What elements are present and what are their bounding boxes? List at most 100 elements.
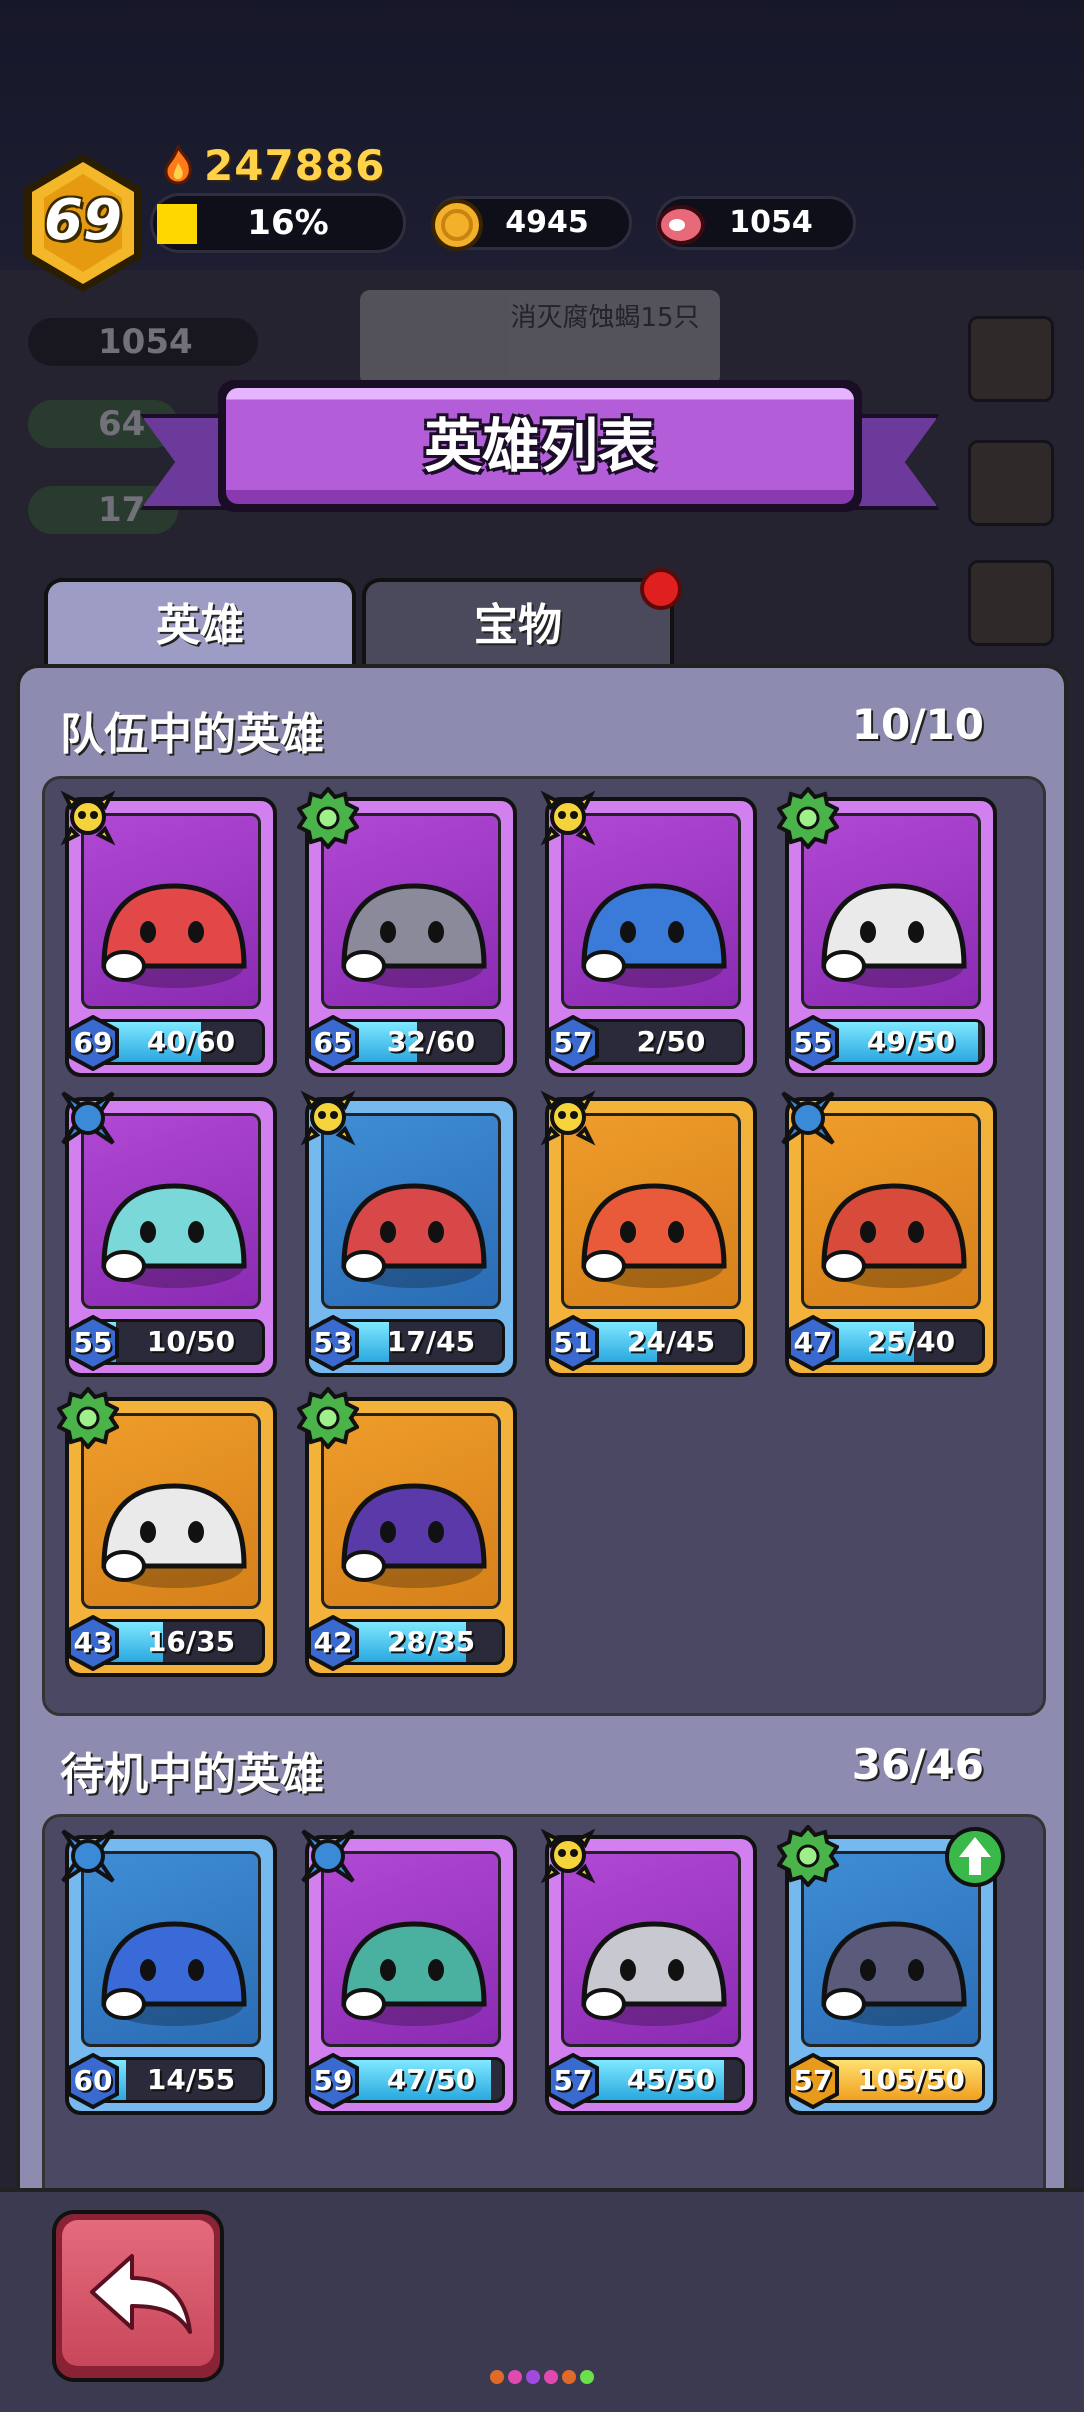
bg-meat-counter: 1054	[28, 318, 258, 366]
hero-level-number: 69	[73, 1026, 113, 1059]
hero-shard-progress-text: 10/50	[146, 1325, 236, 1358]
hero-card[interactable]: 16/35 43	[57, 1387, 277, 1677]
hero-card[interactable]: 10/50 55	[61, 1091, 277, 1377]
hero-card[interactable]: 28/35 42	[297, 1387, 517, 1677]
hero-level-badge: 55	[785, 1014, 841, 1072]
green-gear-class-icon	[777, 1825, 839, 1887]
hero-shard-progress-text: 45/50	[626, 2063, 716, 2096]
yellow-skull-class-icon	[540, 1828, 596, 1884]
hero-level-number: 60	[73, 2064, 113, 2097]
xp-percent-text: 16%	[247, 203, 329, 243]
hero-shard-progress-text: 14/55	[146, 2063, 236, 2096]
indicator-dot	[526, 2370, 540, 2384]
blue-cross-class-icon	[61, 1091, 115, 1145]
yellow-skull-class-icon	[540, 790, 596, 846]
player-level-badge[interactable]: 69	[18, 150, 148, 296]
hero-shard-progress-text: 40/60	[146, 1025, 236, 1058]
bg-alert-icon	[968, 560, 1054, 646]
back-button[interactable]	[52, 2210, 224, 2382]
hero-shard-progress-text: 47/50	[386, 2063, 476, 2096]
hero-card[interactable]: 45/50 57	[540, 1828, 757, 2115]
green-gear-class-icon	[777, 787, 839, 849]
hero-level-number: 55	[73, 1326, 113, 1359]
hero-list-panel[interactable]: 队伍中的英雄 10/10 40/60 69 32/60 65 2/50 57 49/50 55…	[16, 664, 1068, 2274]
gold-value: 4945	[505, 205, 589, 240]
hero-card[interactable]: 14/55 60	[61, 1829, 277, 2115]
standby-count: 36/46	[851, 1740, 984, 1789]
team-section-heading: 队伍中的英雄	[60, 709, 324, 760]
hero-card[interactable]: 2/50 57	[540, 790, 757, 1077]
hero-level-number: 57	[553, 2064, 593, 2097]
green-gear-class-icon	[57, 1387, 119, 1449]
hero-level-number: 55	[793, 1026, 833, 1059]
hero-level-number: 43	[73, 1626, 113, 1659]
power-value: 247886	[204, 140, 386, 190]
indicator-dot	[508, 2370, 522, 2384]
hero-shard-progress-text: 24/45	[626, 1325, 716, 1358]
indicator-dot	[580, 2370, 594, 2384]
hero-shard-progress-text: 2/50	[636, 1025, 706, 1058]
green-gear-class-icon	[297, 787, 359, 849]
hero-level-badge: 47	[785, 1314, 841, 1372]
hero-level-badge: 51	[545, 1314, 601, 1372]
blue-cross-class-icon	[781, 1091, 835, 1145]
indicator-dot	[490, 2370, 504, 2384]
team-hero-grid: 40/60 69 32/60 65 2/50 57 49/50 55 10/50 55 17/45 5…	[42, 776, 1046, 1716]
hero-level-badge: 65	[305, 1014, 361, 1072]
hero-card[interactable]: 17/45 53	[300, 1090, 517, 1377]
meat-counter[interactable]: 1054	[656, 196, 856, 250]
indicator-dot	[544, 2370, 558, 2384]
green-gear-class-icon	[297, 1387, 359, 1449]
hero-level-number: 57	[793, 2064, 833, 2097]
page-title: 英雄列表	[423, 412, 656, 480]
banner-inner: 英雄列表	[226, 388, 854, 504]
gold-counter[interactable]: 4945	[431, 196, 632, 251]
hero-card[interactable]: 24/45 51	[540, 1090, 757, 1377]
hero-level-badge: 57	[545, 2052, 601, 2110]
hero-level-badge: 55	[65, 1314, 121, 1372]
hero-card[interactable]: 25/40 47	[781, 1091, 997, 1377]
hero-level-number: 42	[313, 1626, 353, 1659]
hero-card[interactable]: 32/60 65	[297, 787, 517, 1077]
hero-shard-progress-text: 32/60	[386, 1025, 476, 1058]
indicator-dot	[562, 2370, 576, 2384]
hero-level-number: 51	[553, 1326, 593, 1359]
hero-level-badge: 42	[305, 1614, 361, 1672]
standby-section-heading: 待机中的英雄	[60, 1749, 324, 1800]
hero-level-badge: 43	[65, 1614, 121, 1672]
back-button-face	[62, 2220, 214, 2366]
team-count: 10/10	[851, 700, 984, 749]
hero-level-badge: 53	[305, 1314, 361, 1372]
bg-quest-text: 消灭腐蚀蝎15只	[510, 303, 700, 333]
notification-dot	[640, 568, 682, 610]
yellow-skull-class-icon	[540, 1090, 596, 1146]
hero-level-badge: 57	[785, 2052, 841, 2110]
meat-value: 1054	[729, 205, 813, 240]
tab-treasures[interactable]: 宝物	[362, 578, 674, 670]
tab-heroes[interactable]: 英雄	[44, 578, 356, 670]
hero-card[interactable]: 40/60 69	[60, 790, 277, 1077]
hero-level-number: 47	[793, 1326, 833, 1359]
hero-level-number: 59	[313, 2064, 353, 2097]
title-banner: 英雄列表	[140, 380, 940, 512]
hero-shard-progress-text: 49/50	[866, 1025, 956, 1058]
bg-meat-value: 1054	[98, 322, 193, 362]
bg-quest-box: 消灭腐蚀蝎15只	[360, 290, 720, 386]
hero-card[interactable]: 105/50 57	[777, 1825, 1005, 2115]
player-level-number: 69	[44, 188, 122, 253]
hero-level-number: 53	[313, 1326, 353, 1359]
hero-shard-progress-text: 25/40	[866, 1325, 956, 1358]
yellow-skull-class-icon	[300, 1090, 356, 1146]
flame-icon	[164, 145, 192, 185]
hero-level-number: 57	[553, 1026, 593, 1059]
hero-level-badge: 57	[545, 1014, 601, 1072]
hero-level-number: 65	[313, 1026, 353, 1059]
hero-level-badge: 69	[65, 1014, 121, 1072]
hero-level-badge: 60	[65, 2052, 121, 2110]
hero-card[interactable]: 47/50 59	[301, 1829, 517, 2115]
banner-plate: 英雄列表	[218, 380, 862, 512]
hero-card[interactable]: 49/50 55	[777, 787, 997, 1077]
upgrade-arrow-icon[interactable]	[943, 1825, 1007, 1889]
back-arrow-icon	[90, 2254, 192, 2334]
hero-shard-progress-text: 17/45	[386, 1325, 476, 1358]
